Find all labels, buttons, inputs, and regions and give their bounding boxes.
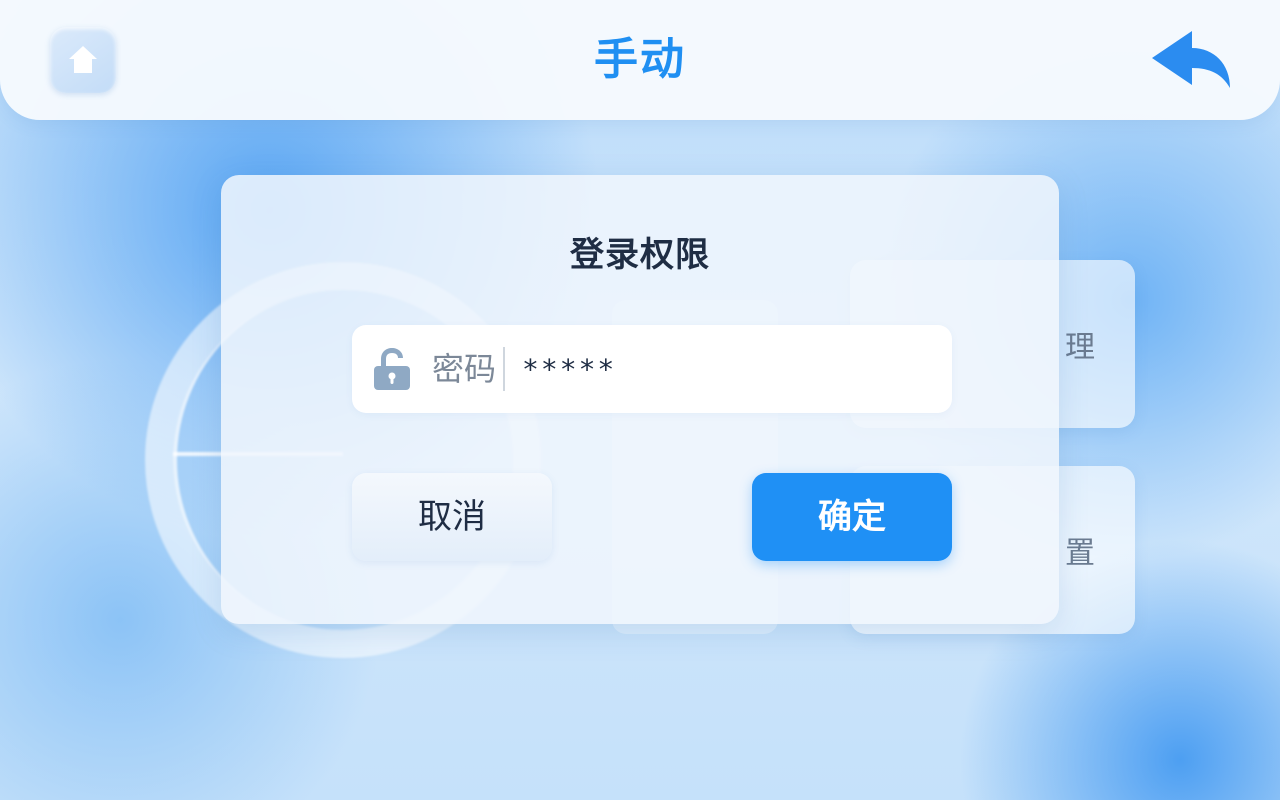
back-button[interactable] xyxy=(1148,28,1236,94)
home-button[interactable] xyxy=(50,27,116,93)
login-dialog: 登录权限 密码 取消 确定 xyxy=(221,175,1059,624)
page-title: 手动 xyxy=(594,34,686,85)
top-header: 手动 xyxy=(0,0,1280,120)
password-divider xyxy=(503,347,505,391)
background-card-bottom-right-label: 置 xyxy=(1065,536,1095,571)
confirm-button[interactable]: 确定 xyxy=(752,473,952,561)
back-arrow-icon xyxy=(1152,31,1230,88)
password-field[interactable]: 密码 xyxy=(352,325,952,413)
home-icon xyxy=(69,46,97,73)
cancel-button[interactable]: 取消 xyxy=(352,473,552,561)
unlock-icon xyxy=(374,348,410,390)
dialog-title: 登录权限 xyxy=(570,235,710,275)
password-input[interactable] xyxy=(522,339,932,399)
background-card-top-right-label: 理 xyxy=(1065,330,1095,365)
password-label: 密码 xyxy=(432,350,497,388)
